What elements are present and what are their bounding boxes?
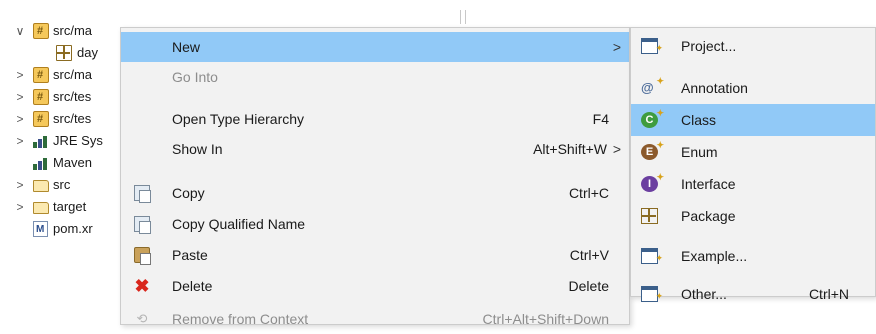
package-folder-icon <box>33 108 49 130</box>
menu-item-paste[interactable]: Paste Ctrl+V <box>121 240 629 270</box>
submenu-item-label: Package <box>681 208 736 224</box>
menu-item-label: Copy <box>172 185 205 201</box>
folder-icon <box>33 180 49 192</box>
submenu-item-label: Class <box>681 112 717 128</box>
other-wizard-icon <box>641 280 663 312</box>
menu-item-shortcut: Delete <box>568 278 609 294</box>
chevron-down-icon[interactable]: ∨ <box>14 20 26 42</box>
menu-item-copy-qualified-name[interactable]: Copy Qualified Name <box>121 209 629 239</box>
interface-icon: I <box>641 169 664 192</box>
tree-item-label: src <box>53 177 71 192</box>
menu-item-open-type-hierarchy[interactable]: Open Type Hierarchy F4 <box>121 104 629 134</box>
menu-item-copy[interactable]: Copy Ctrl+C <box>121 178 629 208</box>
tree-item-src-folder[interactable]: > src <box>0 174 125 196</box>
tree-item-label: pom.xr <box>53 221 93 236</box>
submenu-item-label: Other... <box>681 286 727 302</box>
example-wizard-icon <box>641 242 663 274</box>
menu-item-remove-from-context[interactable]: ⟲ Remove from Context Ctrl+Alt+Shift+Dow… <box>121 304 629 334</box>
submenu-item-interface[interactable]: I Interface <box>631 168 875 200</box>
project-explorer-tree: ∨ src/ma day > src/ma > src/tes > src/te… <box>0 0 125 325</box>
chevron-right-icon[interactable]: > <box>14 108 26 130</box>
annotation-icon: @ <box>641 73 664 96</box>
menu-item-new[interactable]: New > <box>121 32 629 62</box>
tree-item-label: JRE Sys <box>53 133 103 148</box>
tree-item-maven-dependencies[interactable]: Maven <box>0 152 125 174</box>
package-folder-icon <box>33 64 49 86</box>
menu-item-label: New <box>172 39 201 55</box>
tree-item-label: src/tes <box>53 111 92 126</box>
library-icon <box>33 136 49 148</box>
menu-item-show-in[interactable]: Show In Alt+Shift+W > <box>121 134 629 164</box>
tree-item-label: target <box>53 199 87 214</box>
tree-item-src-main-resources[interactable]: > src/ma <box>0 64 125 86</box>
submenu-item-label: Enum <box>681 144 718 160</box>
context-menu: New > Go Into Open Type Hierarchy F4 Sho… <box>120 27 630 327</box>
tree-item-label: Maven <box>53 155 93 170</box>
menu-item-go-into[interactable]: Go Into <box>121 62 629 92</box>
submenu-item-label: Interface <box>681 176 736 192</box>
paste-icon <box>134 247 151 265</box>
menu-item-delete[interactable]: ✖ Delete Delete <box>121 271 629 301</box>
submenu-item-example[interactable]: Example... <box>631 240 875 274</box>
submenu-arrow-icon: > <box>612 39 621 55</box>
submenu-item-project[interactable]: Project... <box>631 30 875 64</box>
project-wizard-icon <box>641 32 663 64</box>
submenu-item-label: Annotation <box>681 80 748 96</box>
submenu-item-package[interactable]: Package <box>631 200 875 232</box>
menu-item-shortcut: F4 <box>592 111 609 127</box>
tree-item-jre-system-library[interactable]: > JRE Sys <box>0 130 125 152</box>
menu-item-label: Remove from Context <box>172 311 309 327</box>
chevron-right-icon[interactable]: > <box>14 64 26 86</box>
chevron-right-icon[interactable]: > <box>14 130 26 152</box>
tree-item-label: src/ma <box>53 67 92 82</box>
tree-item-src-main-java[interactable]: ∨ src/ma <box>0 20 125 42</box>
view-resize-handle[interactable] <box>460 10 466 24</box>
tree-item-src-test-java[interactable]: > src/tes <box>0 86 125 108</box>
folder-icon <box>33 202 49 214</box>
submenu-item-class[interactable]: C Class <box>631 104 875 136</box>
submenu-item-shortcut: Ctrl+N <box>808 286 849 302</box>
library-icon <box>33 158 49 170</box>
menu-item-shortcut: Ctrl+C <box>568 185 609 201</box>
tree-item-src-test-resources[interactable]: > src/tes <box>0 108 125 130</box>
tree-row-partial <box>0 0 125 6</box>
submenu-item-label: Example... <box>681 248 748 264</box>
menu-item-label: Open Type Hierarchy <box>172 111 305 127</box>
package-icon <box>641 208 658 224</box>
maven-file-icon <box>33 219 48 240</box>
menu-item-label: Copy Qualified Name <box>172 216 306 232</box>
tree-item-label: src/tes <box>53 89 92 104</box>
menu-item-shortcut: Alt+Shift+W <box>533 141 607 157</box>
package-icon <box>56 45 72 61</box>
chevron-right-icon[interactable]: > <box>14 174 26 196</box>
submenu-item-label: Project... <box>681 38 737 54</box>
submenu-arrow-icon: > <box>612 141 621 157</box>
delete-icon: ✖ <box>134 276 150 296</box>
submenu-item-other[interactable]: Other... Ctrl+N <box>631 278 875 312</box>
tree-item-target-folder[interactable]: > target <box>0 196 125 218</box>
menu-item-label: Delete <box>172 278 213 294</box>
menu-item-label: Paste <box>172 247 208 263</box>
class-icon: C <box>641 105 664 128</box>
tree-item-label: src/ma <box>53 23 92 38</box>
submenu-item-enum[interactable]: E Enum <box>631 136 875 168</box>
tree-item-pom-xml[interactable]: pom.xr <box>0 218 125 240</box>
copy-icon <box>134 185 151 203</box>
chevron-right-icon[interactable]: > <box>14 86 26 108</box>
menu-item-label: Show In <box>172 141 223 157</box>
package-folder-icon <box>33 86 49 108</box>
chevron-right-icon[interactable]: > <box>14 196 26 218</box>
tree-item-label: day <box>77 45 98 60</box>
menu-item-label: Go Into <box>172 69 218 85</box>
copy-qualified-name-icon <box>134 216 151 234</box>
tree-item-day-package[interactable]: day <box>0 42 125 64</box>
package-folder-icon <box>33 20 49 42</box>
menu-item-shortcut: Ctrl+V <box>569 247 609 263</box>
new-submenu: Project... @ Annotation C Class E Enum I… <box>630 27 876 312</box>
menu-item-shortcut: Ctrl+Alt+Shift+Down <box>482 311 609 327</box>
submenu-item-annotation[interactable]: @ Annotation <box>631 72 875 104</box>
enum-icon: E <box>641 137 664 160</box>
